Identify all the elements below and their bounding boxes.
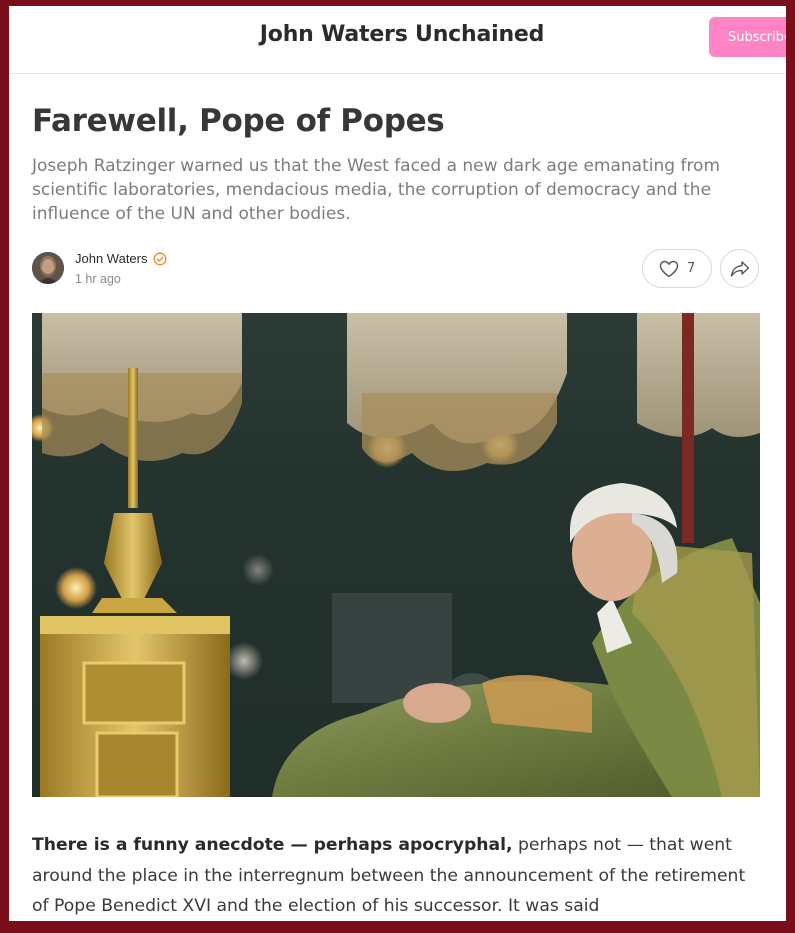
- author-avatar[interactable]: [32, 252, 64, 284]
- post-subtitle: Joseph Ratzinger warned us that the West…: [32, 156, 721, 224]
- author-name[interactable]: John Waters: [75, 251, 148, 266]
- page-frame: John Waters Unchained Subscribe Farewell…: [9, 6, 786, 921]
- body-paragraph: There is a funny anecdote — perhaps apoc…: [32, 830, 767, 921]
- body-lead-text: There is a funny anecdote — perhaps apoc…: [32, 835, 513, 855]
- hero-image: [32, 313, 760, 797]
- post-title: Farewell, Pope of Popes: [32, 103, 445, 139]
- post-date: 1 hr ago: [75, 272, 121, 286]
- subscribe-button[interactable]: Subscribe: [709, 17, 786, 57]
- top-navbar: John Waters Unchained Subscribe: [9, 6, 786, 74]
- publication-title[interactable]: John Waters Unchained: [9, 22, 786, 47]
- like-count: 7: [687, 261, 696, 276]
- share-button[interactable]: [720, 249, 759, 288]
- like-button[interactable]: 7: [642, 249, 712, 288]
- share-arrow-icon: [730, 261, 750, 277]
- verified-badge-icon: [153, 252, 167, 266]
- heart-icon: [659, 260, 679, 278]
